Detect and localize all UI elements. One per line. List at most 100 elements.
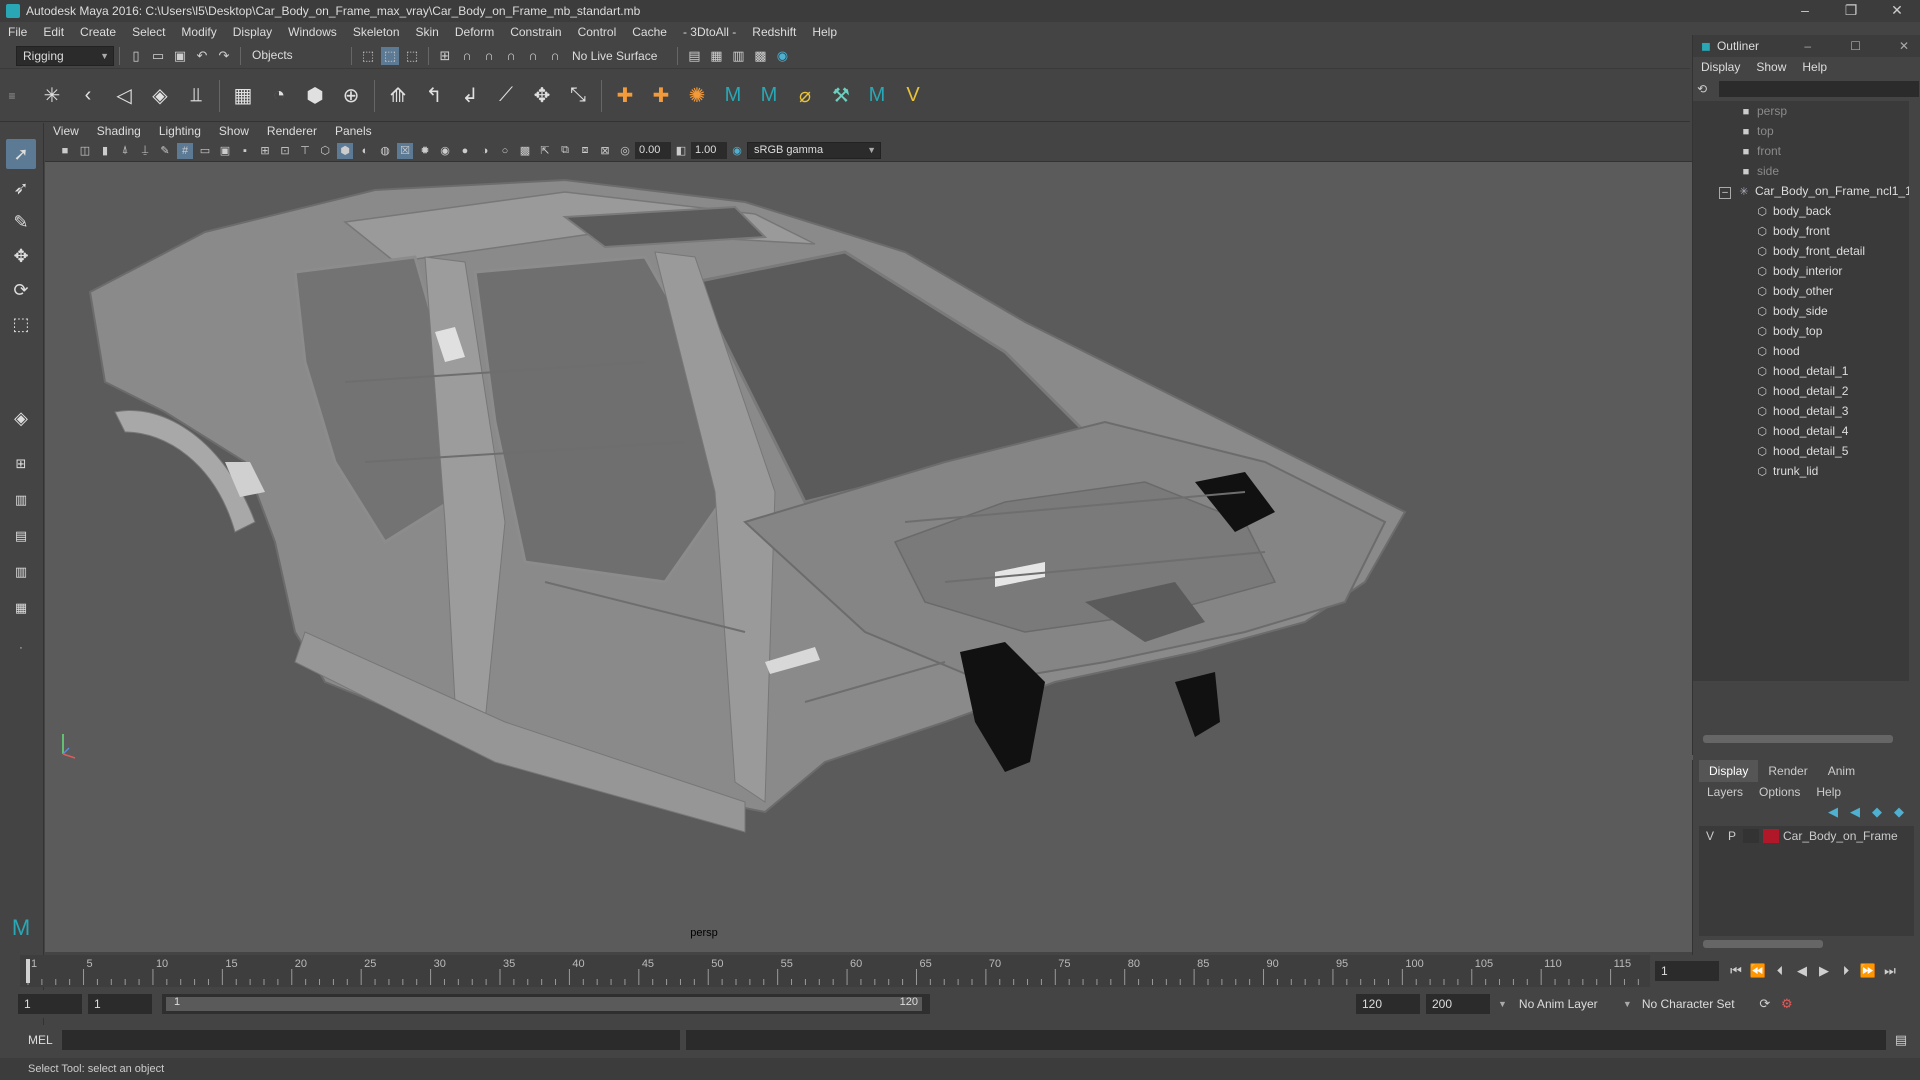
tab-display[interactable]: Display	[1699, 760, 1759, 782]
backface-icon[interactable]: ⊠	[597, 143, 613, 159]
isolate-select-icon[interactable]: ▩	[517, 143, 533, 159]
outliner-item-front[interactable]: ■ front	[1739, 141, 1781, 161]
chevron-down-icon[interactable]: ▼	[1623, 999, 1632, 1009]
panel-menu-shading[interactable]: Shading	[89, 122, 151, 140]
outliner-item-side[interactable]: ■ side	[1739, 161, 1779, 181]
current-frame-field[interactable]: 1	[1655, 961, 1719, 981]
outliner-horizontal-scrollbar[interactable]	[1703, 735, 1893, 743]
smooth-shade-icon[interactable]: ⬢	[337, 142, 353, 159]
depth-of-field-icon[interactable]: ○	[497, 143, 513, 159]
joint-tool-icon[interactable]: ✳	[38, 82, 66, 110]
hypershade-icon[interactable]: ◉	[773, 47, 791, 65]
layer-color-swatch[interactable]	[1763, 829, 1779, 843]
animation-start-field[interactable]: 1	[18, 994, 82, 1014]
snap-magnet-icon[interactable]: ∩	[546, 47, 564, 65]
live-surface-label[interactable]: No Live Surface	[572, 49, 657, 63]
character-set-label[interactable]: No Character Set	[1642, 997, 1754, 1011]
outliner-item-body-front-detail[interactable]: ⬡ body_front_detail	[1755, 241, 1865, 261]
close-button[interactable]: ✕	[1874, 0, 1920, 22]
menu-help[interactable]: Help	[804, 22, 845, 43]
color-management-icon[interactable]: ◉	[729, 143, 745, 159]
grid-toggle-icon[interactable]: #	[177, 142, 193, 159]
insert-joint-icon[interactable]: ◈	[146, 82, 174, 110]
menu-display[interactable]: Display	[225, 22, 280, 43]
menu-windows[interactable]: Windows	[280, 22, 345, 43]
minimize-button[interactable]: –	[1782, 0, 1828, 22]
cluster-icon[interactable]: ◔	[265, 82, 293, 110]
outliner-close-icon[interactable]: ✕	[1899, 39, 1909, 53]
outliner-item-root[interactable]: – ✳ Car_Body_on_Frame_ncl1_1	[1719, 181, 1912, 201]
outliner-menu-show[interactable]: Show	[1748, 57, 1794, 77]
new-layer-icon[interactable]: ◆	[1868, 803, 1886, 821]
camera-select-icon[interactable]: ■	[57, 143, 73, 159]
snap-surface-icon[interactable]: ∩	[524, 47, 542, 65]
textured-icon[interactable]: ◍	[377, 143, 393, 159]
wrap-icon[interactable]: ⬢	[301, 82, 329, 110]
new-layer-selected-icon[interactable]: ◆	[1890, 803, 1908, 821]
wire-icon[interactable]: ⊕	[337, 82, 365, 110]
scale-tool-icon[interactable]: ⬚	[6, 309, 36, 339]
outliner-item-body-side[interactable]: ⬡ body_side	[1755, 301, 1828, 321]
exposure-field[interactable]: 0.00	[635, 142, 671, 159]
field-chart-icon[interactable]: ⊞	[257, 143, 273, 159]
ik-handle-icon[interactable]: ‹	[74, 82, 102, 110]
use-all-lights-icon[interactable]: ☒	[397, 142, 413, 159]
persp-outliner-layout-icon[interactable]: ▥	[6, 485, 36, 515]
outliner-item-hood-detail-5[interactable]: ⬡ hood_detail_5	[1755, 441, 1848, 461]
playback-start-field[interactable]: 1	[88, 994, 152, 1014]
gamma-field[interactable]: 1.00	[691, 142, 727, 159]
wireframe-icon[interactable]: ⬡	[317, 143, 333, 159]
collapse-icon[interactable]: –	[1719, 187, 1731, 199]
tab-anim[interactable]: Anim	[1818, 760, 1865, 782]
anti-alias-icon[interactable]: ◑	[477, 143, 493, 159]
single-perspective-layout-icon[interactable]: ◈	[6, 403, 36, 433]
outliner-filter-icon[interactable]: ⟲	[1697, 82, 1715, 96]
pole-vector-icon[interactable]: ⌀	[791, 82, 819, 110]
anim-prefs-icon[interactable]: ⚙	[1778, 995, 1796, 1013]
outliner-menu-display[interactable]: Display	[1693, 57, 1748, 77]
layer-horizontal-scrollbar[interactable]	[1703, 940, 1823, 948]
menu-redshift[interactable]: Redshift	[744, 22, 804, 43]
step-forward-frame-icon[interactable]: ⏵	[1837, 962, 1855, 980]
panel-menu-renderer[interactable]: Renderer	[259, 122, 327, 140]
layer-menu-options[interactable]: Options	[1751, 785, 1808, 799]
playback-end-field[interactable]: 120	[1356, 994, 1420, 1014]
select-hierarchy-icon[interactable]: ⬚	[359, 47, 377, 65]
paint-weights-icon[interactable]: ↲	[456, 82, 484, 110]
menu-modify[interactable]: Modify	[173, 22, 224, 43]
menu-edit[interactable]: Edit	[35, 22, 72, 43]
layer-display-type[interactable]	[1743, 829, 1759, 843]
bookmark-icon[interactable]: ▮	[97, 143, 113, 159]
resolution-gate-icon[interactable]: ▣	[217, 143, 233, 159]
lattice-icon[interactable]: ▦	[229, 82, 257, 110]
mirror-joint-icon[interactable]: ⫫	[182, 82, 210, 110]
image-plane-icon[interactable]: ⍋	[117, 143, 133, 159]
safe-title-icon[interactable]: ⊤	[297, 143, 313, 159]
2d-pan-zoom-icon[interactable]: ⍊	[137, 143, 153, 159]
outliner-item-body-top[interactable]: ⬡ body_top	[1755, 321, 1822, 341]
outliner-item-hood[interactable]: ⬡ hood	[1755, 341, 1800, 361]
panel-menu-lighting[interactable]: Lighting	[151, 122, 211, 140]
scene-3d-view[interactable]: persp	[45, 162, 1693, 952]
layer-visibility-toggle[interactable]: V	[1699, 829, 1721, 843]
panel-menu-view[interactable]: View	[45, 122, 89, 140]
menu-3dtoall[interactable]: - 3DtoAll -	[675, 22, 744, 43]
parent-constraint-icon[interactable]: M	[719, 82, 747, 110]
play-backwards-icon[interactable]: ◀	[1793, 962, 1811, 980]
layer-menu-help[interactable]: Help	[1808, 785, 1849, 799]
gate-mask-icon[interactable]: ▪	[237, 143, 253, 159]
point-constraint-icon[interactable]: ✚	[611, 82, 639, 110]
layer-playback-toggle[interactable]: P	[1721, 829, 1743, 843]
ik-spline-icon[interactable]: ◁	[110, 82, 138, 110]
outliner-layout-icon[interactable]: ▦	[6, 593, 36, 623]
shadows-icon[interactable]: ✹	[417, 143, 433, 159]
outliner-item-body-back[interactable]: ⬡ body_back	[1755, 201, 1831, 221]
layer-name[interactable]: Car_Body_on_Frame	[1783, 829, 1898, 843]
menu-file[interactable]: File	[0, 22, 35, 43]
go-to-end-icon[interactable]: ⏭	[1881, 962, 1899, 980]
snap-grid-icon[interactable]: ⊞	[436, 47, 454, 65]
outliner-item-hood-detail-4[interactable]: ⬡ hood_detail_4	[1755, 421, 1848, 441]
auto-key-icon[interactable]: ⟳	[1756, 995, 1774, 1013]
maximize-button[interactable]: ❐	[1828, 0, 1874, 22]
outliner-item-body-other[interactable]: ⬡ body_other	[1755, 281, 1833, 301]
